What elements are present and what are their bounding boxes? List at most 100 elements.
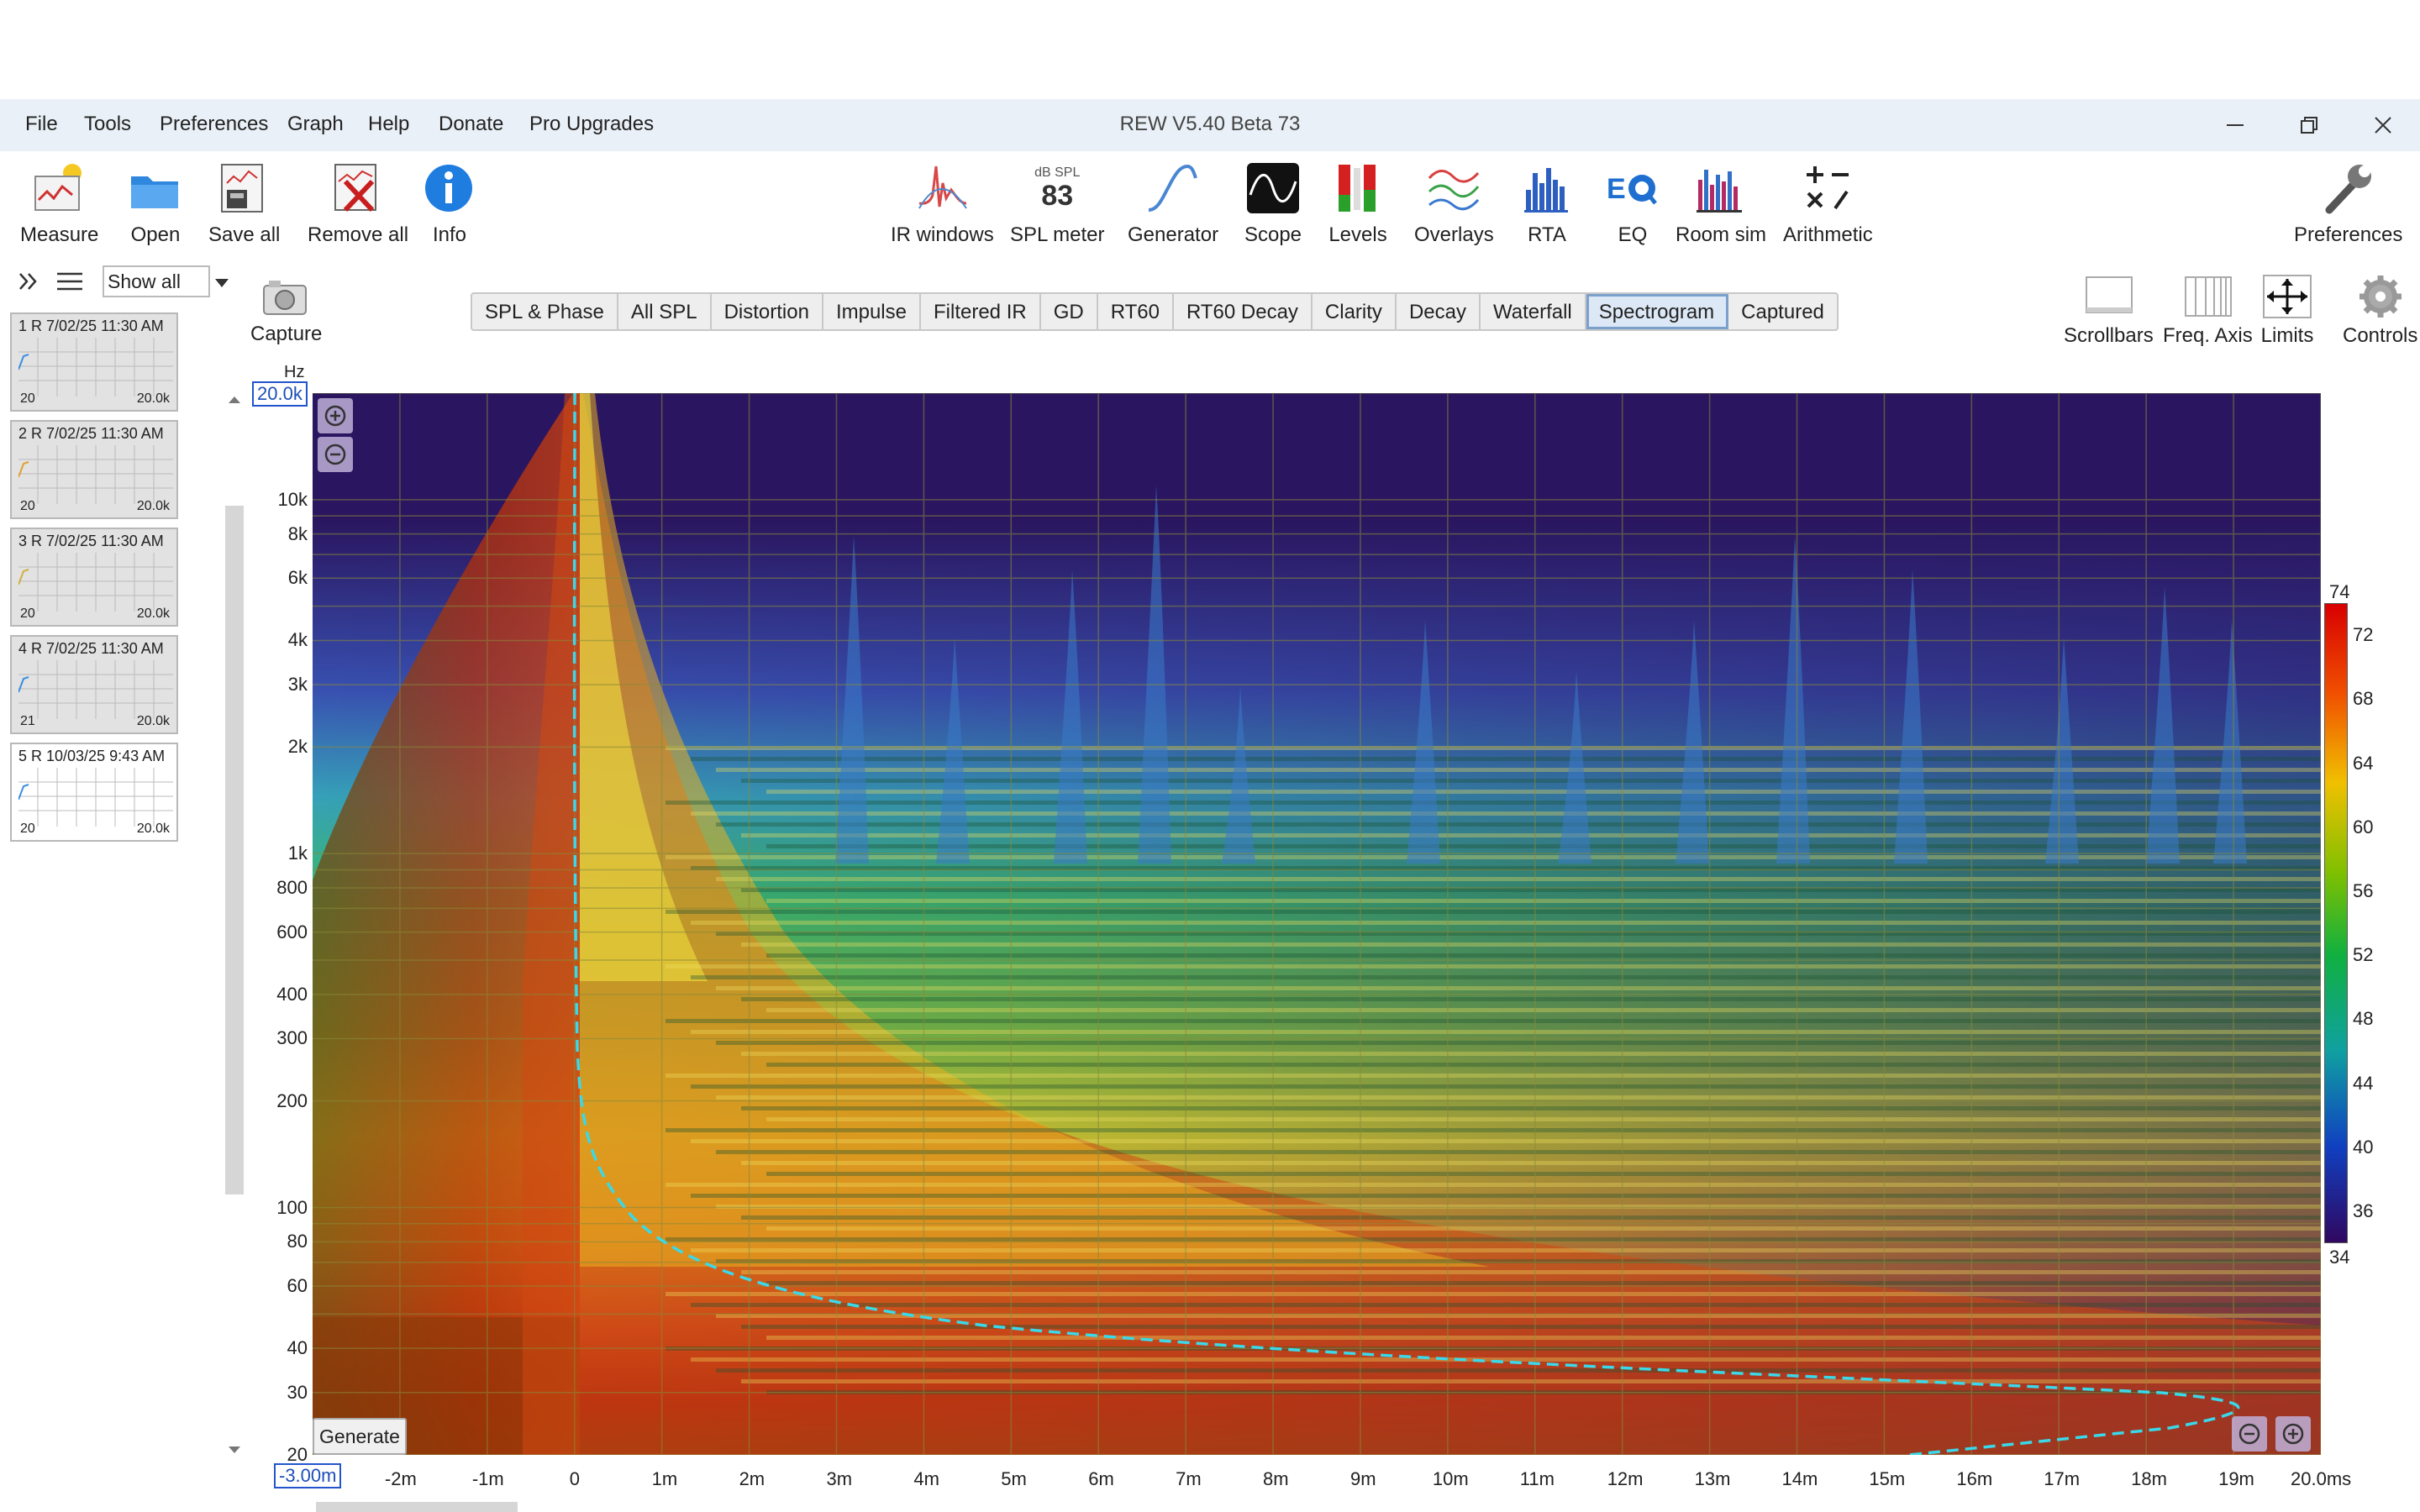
measurement-thumbnail-graph [18,445,173,504]
room-sim-button[interactable]: Room sim [1676,161,1766,247]
limits-button[interactable]: Limits [2260,274,2314,348]
tab-impulse[interactable]: Impulse [823,294,921,329]
measurement-card[interactable]: 1 R 7/02/25 11:30 AM 20 20.0k [10,312,178,412]
tab-spectrogram[interactable]: Spectrogram [1586,294,1729,329]
restore-button[interactable] [2275,102,2343,148]
spl-meter-button[interactable]: dB SPL 83 SPL meter [1010,161,1105,247]
horizontal-scrollbar[interactable] [313,1500,2321,1512]
overlays-button[interactable]: Overlays [1414,161,1494,247]
ir-windows-label: IR windows [891,223,994,246]
generate-button[interactable]: Generate [313,1418,407,1455]
tab-decay[interactable]: Decay [1397,294,1481,329]
spectrogram-band [741,1161,2321,1165]
zoom-in-button[interactable] [318,398,353,433]
eq-label: EQ [1618,223,1648,246]
remove-all-button[interactable]: Remove all [308,161,408,247]
controls-button[interactable]: Controls [2343,274,2417,348]
spectrogram-band [691,921,2321,925]
tab-captured[interactable]: Captured [1728,294,1837,329]
vertical-scrollbar[interactable] [224,388,245,1455]
tab-spl-phase[interactable]: SPL & Phase [472,294,618,329]
tab-clarity[interactable]: Clarity [1313,294,1397,329]
preferences-button[interactable]: Preferences [2294,161,2402,247]
y-tick-label: 3k [287,674,308,696]
menu-preferences[interactable]: Preferences [160,113,268,136]
minimize-button[interactable] [2202,102,2269,148]
measurement-high-freq: 20.0k [136,606,170,621]
open-button[interactable]: Open [126,161,185,247]
eq-icon: E [1603,161,1662,215]
generator-icon [1144,161,1202,215]
scrollbars-button[interactable]: Scrollbars [2064,274,2154,348]
x-tick-label: 9m [1349,1468,1376,1489]
ir-windows-button[interactable]: IR windows [891,161,994,247]
rta-button[interactable]: RTA [1518,161,1576,247]
menu-file[interactable]: File [25,113,58,136]
y-tick-label: 400 [276,983,308,1005]
graph-tabs: SPL & Phase All SPL Distortion Impulse Filte… [471,292,1839,331]
scrollbar-thumb[interactable] [225,506,244,1194]
x-zoom-out-button[interactable] [2232,1416,2267,1452]
menu-pro-upgrades[interactable]: Pro Upgrades [529,113,654,136]
menu-donate[interactable]: Donate [439,113,503,136]
open-label: Open [130,223,181,246]
capture-button[interactable] [255,277,314,323]
info-button[interactable]: Info [420,161,479,247]
tab-rt60-decay[interactable]: RT60 Decay [1174,294,1313,329]
close-window-button[interactable] [2349,102,2417,148]
generator-button[interactable]: Generator [1128,161,1218,247]
x-tick-label: 5m [1001,1468,1027,1489]
tab-all-spl[interactable]: All SPL [618,294,712,329]
eq-button[interactable]: E EQ [1603,161,1662,247]
freq-axis-button[interactable]: Freq. Axis [2163,274,2253,348]
spectrogram-band [766,1063,2321,1067]
measurement-card[interactable]: 3 R 7/02/25 11:30 AM 20 20.0k [10,528,178,627]
tab-rt60[interactable]: RT60 [1098,294,1174,329]
x-tick-label: 19m [2218,1468,2254,1489]
spectrogram-band [691,1030,2321,1034]
x-tick-label: 14m [1781,1468,1818,1489]
tab-gd[interactable]: GD [1041,294,1098,329]
spectrogram-band [741,1379,2321,1383]
scope-button[interactable]: Scope [1244,161,1302,247]
x-zoom-in-button[interactable] [2275,1416,2311,1452]
expand-panel-button[interactable] [17,269,39,298]
zoom-out-icon [324,444,346,465]
measurement-card[interactable]: 4 R 7/02/25 11:30 AM 21 20.0k [10,635,178,734]
preferences-wrench-icon [2319,161,2378,215]
y-top-limit-field[interactable]: 20.0k [252,381,308,407]
levels-button[interactable]: Levels [1328,161,1387,247]
preferences-label: Preferences [2294,223,2403,246]
measure-button[interactable]: Measure [20,161,98,247]
x-left-limit-field[interactable]: -3.00m [274,1463,342,1488]
measurement-card[interactable]: 2 R 7/02/25 11:30 AM 20 20.0k [10,420,178,519]
measurement-card[interactable]: 5 R 10/03/25 9:43 AM 20 20.0k [10,743,178,842]
spectrogram-band [741,833,2321,837]
overlays-icon [1424,161,1483,215]
x-tick-label: 6m [1088,1468,1114,1489]
y-tick-label: 10k [277,488,308,510]
arithmetic-button[interactable]: Arithmetic [1783,161,1873,247]
x-tick-label: 17m [2044,1468,2081,1489]
tab-filtered-ir[interactable]: Filtered IR [921,294,1041,329]
measurement-high-freq: 20.0k [136,391,170,406]
save-all-button[interactable]: Save all [208,161,280,247]
measurement-high-freq: 20.0k [136,822,170,836]
y-tick-label: 2k [287,736,308,758]
menu-graph[interactable]: Graph [287,113,344,136]
scroll-down-icon [229,1446,240,1453]
x-tick-label: 18m [2131,1468,2167,1489]
zoom-out-button[interactable] [318,437,353,472]
spectrogram-plot[interactable] [313,393,2321,1455]
freq-axis-icon [2181,274,2234,319]
spectrogram-band [716,1095,2321,1100]
menu-help[interactable]: Help [368,113,409,136]
show-all-dropdown[interactable]: Show all [103,265,229,297]
horizontal-scrollbar-thumb[interactable] [316,1502,518,1512]
tab-waterfall[interactable]: Waterfall [1481,294,1586,329]
y-tick-label: 4k [287,629,308,651]
controls-label: Controls [2343,324,2418,347]
menu-tools[interactable]: Tools [84,113,131,136]
list-view-button[interactable] [55,269,84,298]
tab-distortion[interactable]: Distortion [712,294,823,329]
